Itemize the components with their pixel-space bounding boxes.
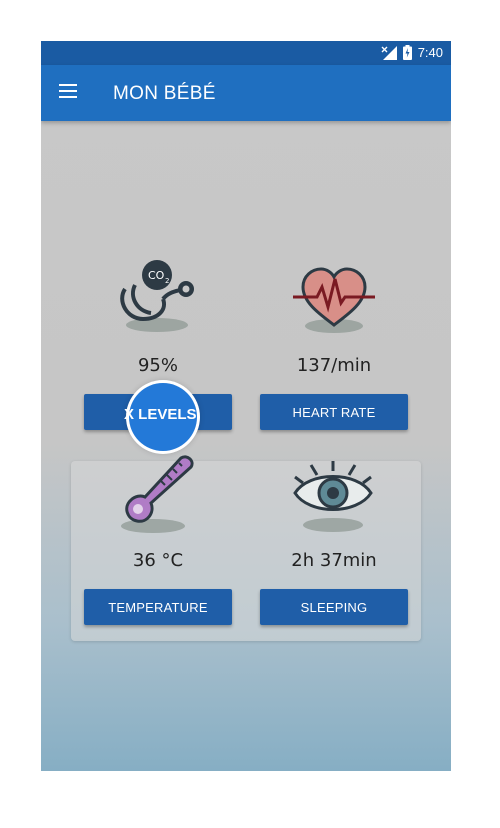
phone-screen: 7:40 MON BÉBÉ CO 2 95% X LEVELS 137/min … <box>41 41 451 771</box>
temperature-button[interactable]: TEMPERATURE <box>84 589 232 625</box>
status-time: 7:40 <box>417 45 443 60</box>
heart-pulse-icon <box>293 267 375 333</box>
battery-charging-icon <box>402 45 412 60</box>
app-bar: MON BÉBÉ <box>41 65 451 121</box>
status-bar: 7:40 <box>41 41 451 65</box>
stethoscope-co2-icon: CO 2 <box>120 260 194 332</box>
app-title: MON BÉBÉ <box>113 83 216 104</box>
heart-rate-button[interactable]: HEART RATE <box>260 394 408 430</box>
sleep-value: 2h 37min <box>291 550 377 571</box>
temperature-value: 36 °C <box>132 550 184 571</box>
oxygen-value: 95% <box>137 355 178 376</box>
svg-text:CO: CO <box>148 269 165 282</box>
status-icons: 7:40 <box>381 45 443 60</box>
svg-text:2: 2 <box>165 277 169 285</box>
thermometer-icon <box>121 455 194 533</box>
oxygen-levels-label: X LEVELS <box>124 405 197 423</box>
sleeping-button[interactable]: SLEEPING <box>260 589 408 625</box>
signal-off-icon <box>381 45 397 60</box>
eye-icon <box>293 461 373 532</box>
heart-rate-value: 137/min <box>296 355 372 376</box>
hamburger-menu-icon[interactable] <box>59 84 77 98</box>
